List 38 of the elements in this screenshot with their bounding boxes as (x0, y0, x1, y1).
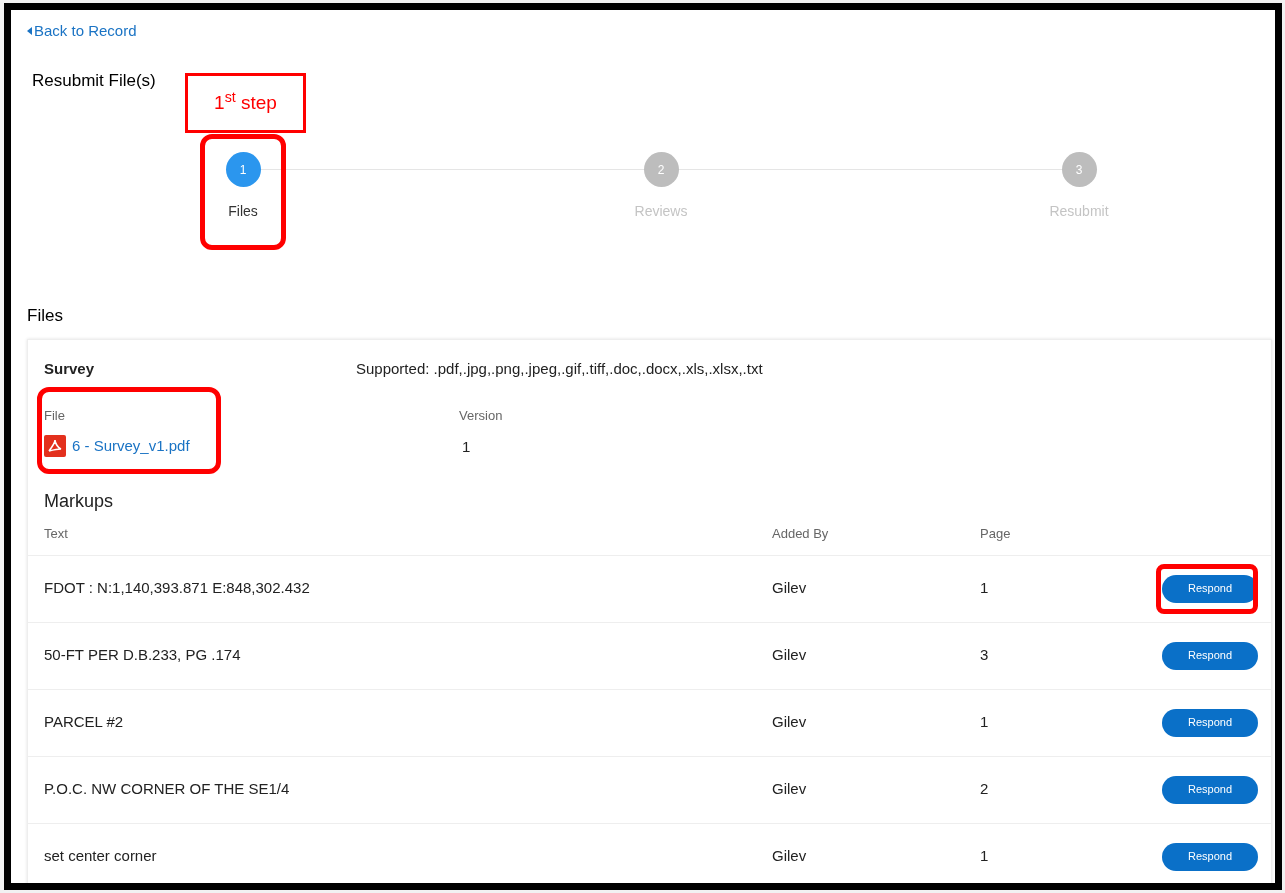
card-title: Survey (44, 358, 96, 379)
markup-text: P.O.C. NW CORNER OF THE SE1/4 (44, 780, 290, 798)
version-value: 1 (462, 436, 472, 457)
added-by: Gilev (772, 847, 807, 865)
caret-icon (27, 27, 32, 36)
back-link[interactable]: Back to Record (27, 20, 137, 43)
page-title: Resubmit File(s) (32, 69, 156, 92)
section-title: Files (27, 305, 63, 327)
column-header: Page (980, 526, 1011, 541)
added-by: Gilev (772, 646, 807, 664)
callout-text: 1$^{st}$ step (214, 88, 277, 115)
field-label: Version (459, 407, 503, 425)
field-label: File (44, 407, 65, 425)
column-header: Added By (772, 526, 829, 541)
respond-button[interactable]: Respond (1162, 708, 1258, 737)
step-label: Resubmit (1049, 202, 1109, 221)
step-label: Files (228, 202, 258, 221)
respond-button[interactable]: Respond (1162, 775, 1258, 804)
page-number: 3 (980, 646, 989, 664)
added-by: Gilev (772, 579, 807, 597)
markup-text: FDOT : N:1,140,393.871 E:848,302.432 (44, 579, 310, 597)
file-link[interactable]: 6 - Survey_v1.pdf (44, 434, 190, 457)
step-label: Reviews (634, 202, 688, 221)
markup-text: set center corner (44, 847, 157, 865)
pdf-icon (44, 434, 66, 457)
added-by: Gilev (772, 780, 807, 798)
page-number: 2 (980, 780, 989, 798)
page-number: 1 (980, 579, 989, 597)
column-header: Text (44, 526, 68, 541)
page-number: 1 (980, 847, 989, 865)
markup-text: 50-FT PER D.B.233, PG .174 (44, 646, 241, 664)
markups-title: Markups (44, 490, 114, 513)
respond-button[interactable]: Respond (1162, 641, 1258, 670)
markup-text: PARCEL #2 (44, 713, 124, 731)
added-by: Gilev (772, 713, 807, 731)
respond-button[interactable]: Respond (1162, 842, 1258, 871)
supported-formats: Supported: .pdf,.jpg,.png,.jpeg,.gif,.tiff,.doc,.docx,.xls,.xlsx,.txt (356, 358, 763, 379)
page-number: 1 (980, 713, 989, 731)
